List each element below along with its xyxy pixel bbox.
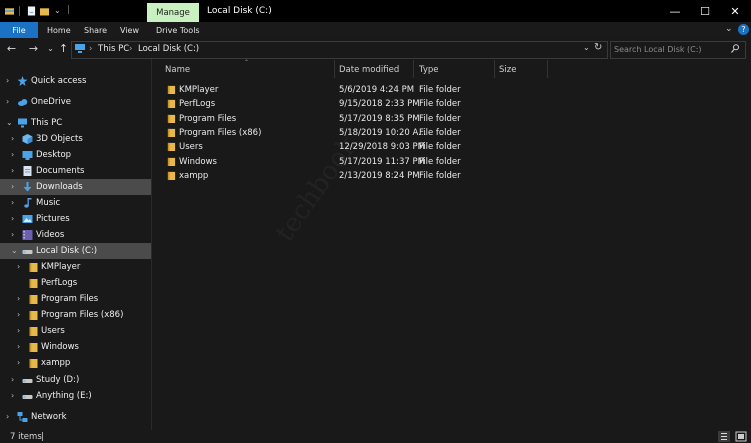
file-name: xampp	[179, 171, 209, 181]
folder-icon	[167, 99, 176, 108]
sidebar-item-network[interactable]: › Network	[0, 409, 151, 425]
sidebar-item-label: xampp	[41, 358, 71, 368]
file-type: File folder	[419, 142, 461, 152]
folder-icon	[167, 128, 176, 137]
sidebar-item-videos[interactable]: › Videos	[0, 227, 151, 243]
sidebar-item-label: Network	[31, 412, 67, 422]
chevron-right-icon[interactable]: ›	[17, 294, 20, 303]
sidebar-item-program-files-x86[interactable]: › Program Files (x86)	[0, 307, 151, 323]
picture-icon	[22, 214, 33, 224]
file-name: KMPlayer	[179, 85, 219, 95]
file-date: 9/15/2018 2:33 PM	[339, 99, 420, 109]
drive-icon	[22, 375, 33, 385]
status-bar	[0, 430, 751, 443]
file-name: Program Files (x86)	[179, 128, 262, 138]
sidebar-item-label: Users	[41, 326, 65, 336]
file-name: PerfLogs	[179, 99, 216, 109]
sidebar-item-label: Program Files (x86)	[41, 310, 124, 320]
file-type: File folder	[419, 114, 461, 124]
table-row[interactable]: PerfLogs 9/15/2018 2:33 PM File folder	[163, 97, 553, 111]
file-type: File folder	[419, 171, 461, 181]
folder-icon	[167, 85, 176, 94]
chevron-right-icon[interactable]: ›	[17, 310, 20, 319]
file-date: 5/18/2019 10:20 A...	[339, 128, 427, 138]
sidebar-item-xampp[interactable]: › xampp	[0, 355, 151, 371]
folder-icon	[28, 278, 39, 288]
table-row[interactable]: xampp 2/13/2019 8:24 PM File folder	[163, 169, 553, 183]
folder-icon	[28, 262, 39, 272]
table-row[interactable]: KMPlayer 5/6/2019 4:24 PM File folder	[163, 83, 553, 97]
file-name: Program Files	[179, 114, 237, 124]
file-type: File folder	[419, 157, 461, 167]
sidebar-item-label: Windows	[41, 342, 79, 352]
file-date: 5/17/2019 8:35 PM	[339, 114, 420, 124]
table-row[interactable]: Program Files (x86) 5/18/2019 10:20 A... F…	[163, 126, 553, 140]
folder-icon	[167, 157, 176, 166]
file-name: Users	[179, 142, 203, 152]
sidebar-item-kmplayer[interactable]: › KMPlayer	[0, 259, 151, 275]
chevron-right-icon[interactable]: ›	[6, 412, 9, 421]
sidebar-item-windows[interactable]: › Windows	[0, 339, 151, 355]
chevron-right-icon[interactable]: ›	[17, 262, 20, 271]
status-separator: |	[41, 432, 44, 442]
folder-icon	[167, 114, 176, 123]
item-count: 7 items	[10, 432, 42, 442]
file-type: File folder	[419, 99, 461, 109]
file-date: 5/6/2019 4:24 PM	[339, 85, 415, 95]
sidebar-item-label: Videos	[36, 230, 65, 240]
folder-icon	[28, 342, 39, 352]
sidebar-item-label: Anything (E:)	[36, 391, 92, 401]
video-icon	[22, 230, 33, 240]
sidebar-item-program-files[interactable]: › Program Files	[0, 291, 151, 307]
sidebar-item-label: Study (D:)	[36, 375, 80, 385]
sidebar-item-label: KMPlayer	[41, 262, 81, 272]
sidebar-item-label: Pictures	[36, 214, 70, 224]
sidebar-item-pictures[interactable]: › Pictures	[0, 211, 151, 227]
folder-icon	[28, 326, 39, 336]
chevron-right-icon[interactable]: ›	[17, 342, 20, 351]
sidebar-item-anything-e[interactable]: › Anything (E:)	[0, 388, 151, 404]
drive-icon	[22, 391, 33, 401]
sidebar-item-users[interactable]: › Users	[0, 323, 151, 339]
sidebar-item-label: Program Files	[41, 294, 99, 304]
chevron-right-icon[interactable]: ›	[11, 391, 14, 400]
sidebar-item-perflogs[interactable]: PerfLogs	[0, 275, 151, 291]
chevron-right-icon[interactable]: ›	[11, 375, 14, 384]
drive-icon	[22, 246, 33, 256]
sidebar-item-local-disk-c[interactable]: ⌄ Local Disk (C:)	[0, 243, 151, 259]
large-icons-view-icon[interactable]	[735, 431, 747, 442]
chevron-right-icon[interactable]: ›	[11, 214, 14, 223]
table-row[interactable]: Program Files 5/17/2019 8:35 PM File folde…	[163, 112, 553, 126]
folder-icon	[28, 358, 39, 368]
folder-icon	[28, 310, 39, 320]
file-date: 2/13/2019 8:24 PM	[339, 171, 420, 181]
chevron-down-icon[interactable]: ⌄	[11, 246, 18, 255]
chevron-right-icon[interactable]: ›	[11, 230, 14, 239]
sidebar-item-study-d[interactable]: › Study (D:)	[0, 372, 151, 388]
folder-icon	[167, 171, 176, 180]
folder-icon	[167, 142, 176, 151]
file-type: File folder	[419, 128, 461, 138]
sidebar-item-label: Local Disk (C:)	[36, 246, 98, 256]
file-type: File folder	[419, 85, 461, 95]
file-name: Windows	[179, 157, 217, 167]
file-rows: KMPlayer 5/6/2019 4:24 PM File folder PerfL…	[0, 0, 751, 200]
chevron-right-icon[interactable]: ›	[17, 358, 20, 367]
sidebar-item-label: PerfLogs	[41, 278, 78, 288]
chevron-right-icon[interactable]: ›	[17, 326, 20, 335]
details-view-icon[interactable]	[718, 431, 730, 442]
network-icon	[17, 412, 28, 422]
table-row[interactable]: Windows 5/17/2019 11:37 PM File folder	[163, 155, 553, 169]
folder-icon	[28, 294, 39, 304]
